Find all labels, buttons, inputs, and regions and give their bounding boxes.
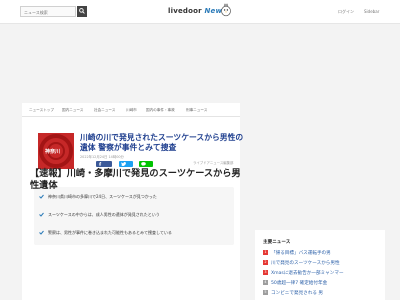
sidebar-news-link[interactable]: 川で発見のスーツケースから男性 [271, 260, 340, 266]
top-header: livedoor News ログイン Sidebar [0, 0, 400, 24]
check-icon [39, 212, 44, 217]
line-icon [140, 162, 146, 166]
nav-item-criminal[interactable]: 刑事ニュース [186, 108, 207, 113]
article-thumbnail[interactable]: 神奈川 [38, 133, 74, 169]
publish-date: 2022年12月24日 14時00分 [80, 155, 124, 159]
twitter-icon [120, 162, 126, 166]
rank-badge: 3 [263, 270, 268, 275]
logo-brand: livedoor [168, 7, 202, 15]
search-input[interactable] [20, 6, 76, 17]
article-source: ライブドアニュース編集部 [193, 161, 234, 165]
breaking-headline: 【速報】川崎・多摩川で発見のスーツケースから男性遺体 [30, 168, 241, 191]
site-logo[interactable]: livedoor News [168, 7, 226, 15]
sidebar-news-link[interactable]: コンビニで発見される 男 [271, 290, 323, 296]
sidebar-news-item[interactable]: 2 川で発見のスーツケースから男性 [263, 260, 379, 268]
ad-space [0, 25, 400, 100]
rank-badge: 2 [263, 260, 268, 265]
check-icon [39, 194, 44, 199]
article-title: 川崎の川で発見されたスーツケースから男性の遺体 警察が事件とみて捜査 [80, 133, 244, 152]
summary-point-1: 神奈川県川崎市の多摩川で24日、スーツケースが見つかった [48, 194, 157, 199]
login-link[interactable]: ログイン [338, 9, 354, 15]
article-summary: 神奈川県川崎市の多摩川で24日、スーツケースが見つかった スーツケースの中からは… [34, 187, 234, 245]
article-panel: ニューストップ 国内ニュース 社会ニュース 川崎市 国内の事件・事故 刑事ニュー… [22, 103, 243, 300]
search-button[interactable] [77, 6, 87, 17]
facebook-share-button[interactable]: 0 [96, 161, 179, 167]
nav-item-domestic[interactable]: 国内ニュース [62, 108, 83, 113]
nav-item-kawasaki[interactable]: 川崎市 [126, 108, 137, 113]
sidebar-news-item[interactable]: 1 「帰る目標」バス運転手の男 [263, 250, 379, 258]
signup-link[interactable]: Sidebar [364, 9, 379, 14]
category-nav: ニューストップ 国内ニュース 社会ニュース 川崎市 国内の事件・事故 刑事ニュー… [22, 103, 240, 117]
sidebar-news-link[interactable]: 50歳超一律7 確定給付年金 [271, 280, 327, 286]
summary-point-2: スーツケースの中からは、成人男性の遺体が発見されたという [48, 212, 160, 217]
nav-item-incidents[interactable]: 国内の事件・事故 [146, 108, 175, 113]
search-icon [79, 8, 85, 14]
sidebar-heading: 主要ニュース [263, 240, 291, 245]
nav-item-news-top[interactable]: ニューストップ [29, 108, 54, 113]
rank-badge: 4 [263, 280, 268, 285]
major-news-sidebar: 主要ニュース 1 「帰る目標」バス運転手の男 2 川で発見のスーツケースから男性… [255, 230, 385, 300]
facebook-icon [98, 162, 101, 166]
nav-item-society[interactable]: 社会ニュース [94, 108, 115, 113]
bird-mascot-icon [221, 3, 231, 17]
thumbnail-label: 神奈川 [45, 149, 61, 155]
sidebar-news-link[interactable]: Xmasに退去勧告か一部ミャンマー [271, 270, 344, 276]
rank-badge: 1 [263, 250, 268, 255]
sidebar-news-item[interactable]: 3 Xmasに退去勧告か一部ミャンマー [263, 270, 379, 278]
line-share-button[interactable] [139, 161, 153, 167]
twitter-share-button[interactable] [119, 161, 133, 167]
sidebar-news-link[interactable]: 「帰る目標」バス運転手の男 [271, 250, 331, 256]
facebook-share-count: 0 [177, 161, 180, 166]
rank-badge: 5 [263, 290, 268, 295]
summary-point-3: 警察は、男性が事件に巻き込まれた可能性もあるとみて捜査している [48, 230, 172, 235]
sidebar-news-item[interactable]: 5 コンビニで発見される 男 [263, 290, 379, 298]
sidebar-news-item[interactable]: 4 50歳超一律7 確定給付年金 [263, 280, 379, 288]
check-icon [39, 230, 44, 235]
